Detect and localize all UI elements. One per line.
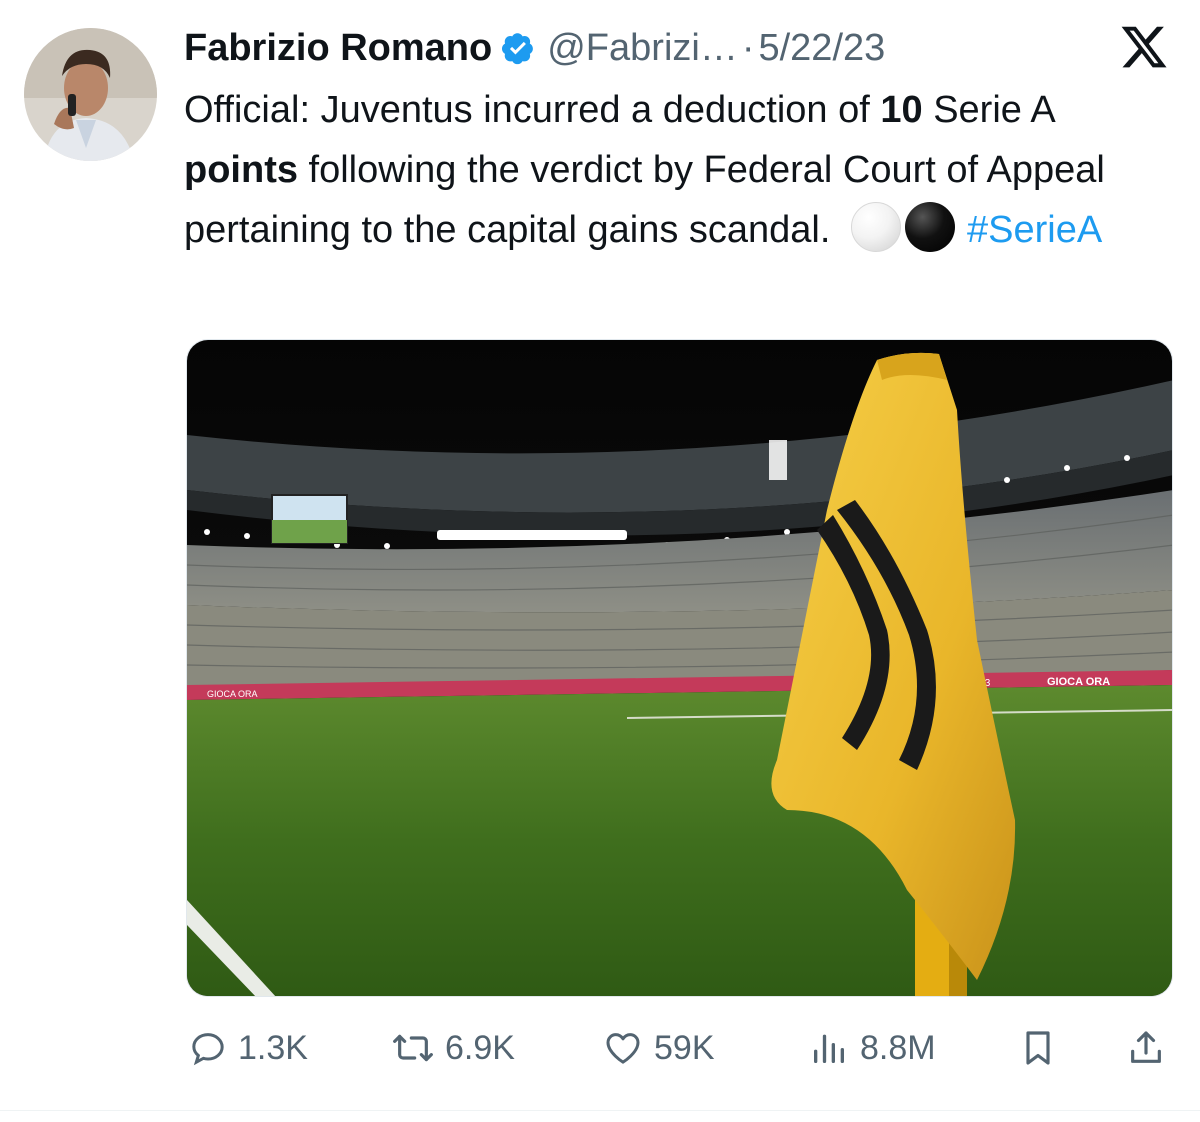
views-icon: [814, 1034, 844, 1063]
bookmark-button[interactable]: [1018, 1018, 1068, 1078]
repost-icon: [393, 1034, 433, 1062]
hashtag-link[interactable]: #SerieA: [967, 209, 1102, 251]
tweet-header: Fabrizio Romano @Fabrizi… · 5/22/23: [184, 24, 885, 72]
tweet-actions: 1.3K 6.9K 59K 8.8M: [186, 1018, 1176, 1078]
bookmark-icon: [1026, 1031, 1050, 1065]
ad-board-text-1: GIOCA ORA: [207, 689, 258, 699]
like-count: 59K: [654, 1028, 715, 1067]
repost-button[interactable]: 6.9K: [391, 1018, 515, 1078]
white-circle-emoji: [850, 202, 901, 252]
author-handle[interactable]: @Fabrizi…: [547, 27, 738, 70]
avatar[interactable]: [24, 28, 157, 161]
tweet-text-bold-number: 10: [880, 89, 923, 131]
black-circle-emoji: [904, 202, 955, 252]
divider: [0, 1110, 1200, 1111]
reply-count: 1.3K: [238, 1028, 308, 1067]
tweet-text-part-1: Official: Juventus incurred a deduction …: [184, 89, 881, 131]
tweet-text-part-2: Serie A: [922, 89, 1054, 131]
views-button[interactable]: 8.8M: [808, 1018, 936, 1078]
tweet-text-bold-points: points: [184, 149, 298, 191]
reply-button[interactable]: 1.3K: [188, 1018, 308, 1078]
tweet: Fabrizio Romano @Fabrizi… · 5/22/23 Offi…: [0, 0, 1200, 1122]
views-count: 8.8M: [860, 1028, 936, 1067]
share-icon: [1131, 1031, 1161, 1063]
verified-badge-icon: [502, 33, 534, 65]
heart-icon: [606, 1033, 640, 1064]
x-logo-icon[interactable]: [1118, 22, 1170, 72]
tweet-media[interactable]: GIOCA ORA FA23 GIOCA ORA: [186, 339, 1173, 997]
repost-count: 6.9K: [445, 1028, 515, 1067]
reply-icon: [192, 1033, 224, 1066]
share-button[interactable]: [1126, 1018, 1176, 1078]
like-button[interactable]: 59K: [602, 1018, 715, 1078]
avatar-image: [24, 28, 157, 161]
tweet-date[interactable]: 5/22/23: [758, 27, 885, 70]
separator-dot: ·: [741, 26, 755, 69]
author-name[interactable]: Fabrizio Romano: [184, 27, 492, 70]
stadium-photo: GIOCA ORA FA23 GIOCA ORA: [187, 340, 1172, 996]
tweet-text: Official: Juventus incurred a deduction …: [184, 80, 1174, 260]
